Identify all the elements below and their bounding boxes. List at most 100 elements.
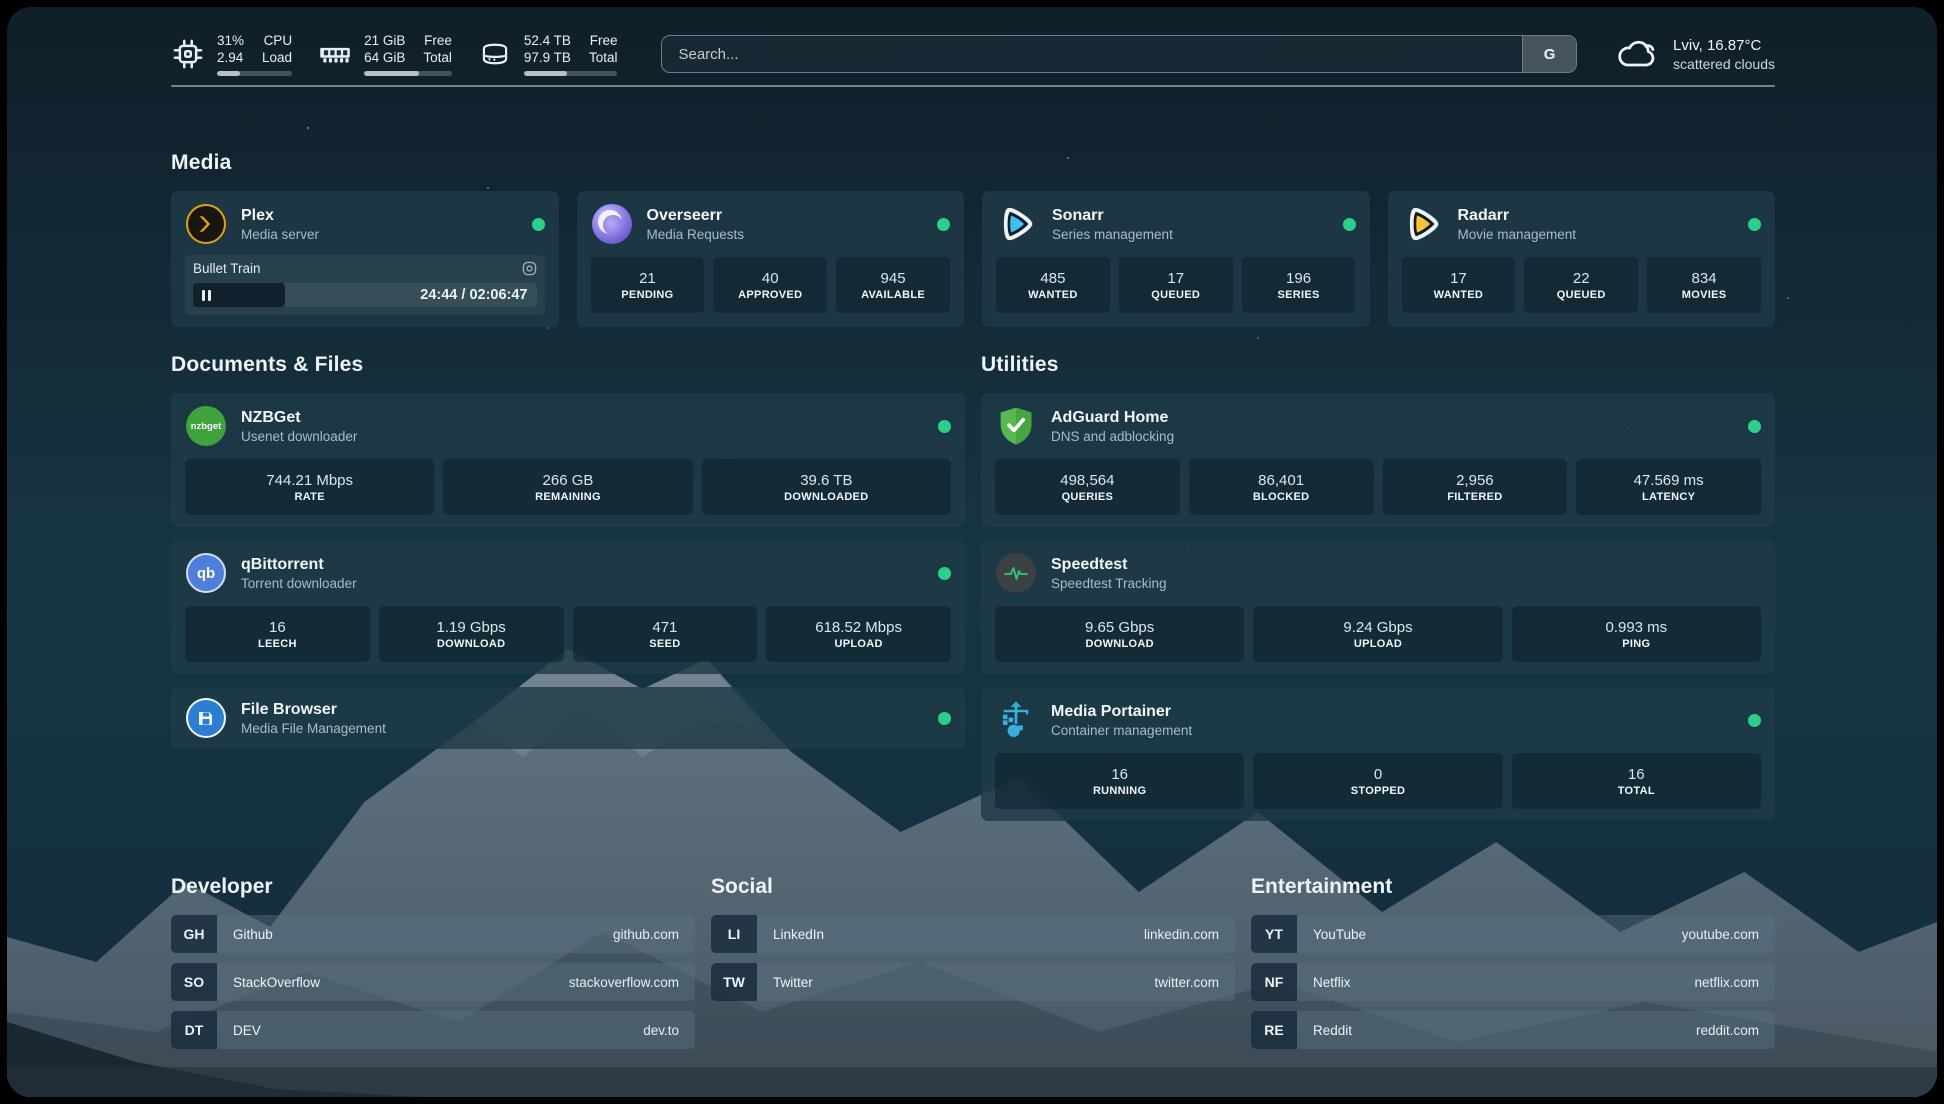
service-card-plex[interactable]: Plex Media server Bullet Train xyxy=(171,191,559,327)
stat-block: 2,956FILTERED xyxy=(1383,459,1568,515)
window-frame: 31% 2.94 CPU Load xyxy=(0,0,1944,1104)
stat-block: 9.24 GbpsUPLOAD xyxy=(1253,606,1502,662)
memory-widget: 21 GiB 64 GiB Free Total xyxy=(318,32,452,76)
disk-total-value: 97.9 TB xyxy=(524,49,571,66)
service-card-portainer[interactable]: Media Portainer Container management 16R… xyxy=(981,687,1775,821)
cloud-icon xyxy=(1615,37,1659,71)
stat-block: 22QUEUED xyxy=(1524,257,1638,313)
service-desc: Media server xyxy=(241,226,319,243)
disk-total-label: Total xyxy=(589,49,618,66)
documents-section-title: Documents & Files xyxy=(171,353,965,377)
service-name: NZBGet xyxy=(241,408,357,428)
stat-block: 40APPROVED xyxy=(713,257,827,313)
nzbget-icon: nzbget xyxy=(185,405,227,447)
stat-block: 17WANTED xyxy=(1402,257,1516,313)
service-desc: Media File Management xyxy=(241,720,386,737)
search-input[interactable] xyxy=(662,36,1522,72)
service-name: Speedtest xyxy=(1051,555,1167,575)
service-desc: Torrent downloader xyxy=(241,575,357,592)
service-desc: Container management xyxy=(1051,722,1192,739)
service-card-nzbget[interactable]: nzbget NZBGet Usenet downloader 744.21 M… xyxy=(171,393,965,527)
adguard-icon xyxy=(995,405,1037,447)
service-card-adguard[interactable]: AdGuard Home DNS and adblocking 498,564Q… xyxy=(981,393,1775,527)
status-dot xyxy=(938,420,951,433)
memory-total-value: 64 GiB xyxy=(364,49,405,66)
service-desc: Media Requests xyxy=(647,226,745,243)
entertainment-bookmarks: Entertainment YT YouTube youtube.com NF … xyxy=(1251,875,1775,1049)
memory-total-label: Total xyxy=(423,49,452,66)
cpu-load-value: 2.94 xyxy=(217,49,243,66)
service-desc: Speedtest Tracking xyxy=(1051,575,1167,592)
overseerr-icon xyxy=(591,203,633,245)
top-bar: 31% 2.94 CPU Load xyxy=(171,7,1775,73)
search-provider-button[interactable]: G xyxy=(1522,36,1576,72)
stat-block: 485WANTED xyxy=(996,257,1110,313)
service-card-overseerr[interactable]: Overseerr Media Requests 21PENDING 40APP… xyxy=(577,191,965,327)
stat-block: 16LEECH xyxy=(185,606,370,662)
search-bar: G xyxy=(661,35,1577,73)
cast-icon[interactable] xyxy=(522,261,537,276)
bookmark-youtube[interactable]: YT YouTube youtube.com xyxy=(1251,915,1775,953)
stat-block: 0.993 msPING xyxy=(1512,606,1761,662)
bookmark-stackoverflow[interactable]: SO StackOverflow stackoverflow.com xyxy=(171,963,695,1001)
stat-block: 498,564QUERIES xyxy=(995,459,1180,515)
stat-block: 39.6 TBDOWNLOADED xyxy=(702,459,951,515)
stat-block: 196SERIES xyxy=(1242,257,1356,313)
social-bookmarks: Social LI LinkedIn linkedin.com TW Twitt… xyxy=(711,875,1235,1049)
service-desc: DNS and adblocking xyxy=(1051,428,1174,445)
service-card-filebrowser[interactable]: File Browser Media File Management xyxy=(171,687,965,749)
service-card-radarr[interactable]: Radarr Movie management 17WANTED 22QUEUE… xyxy=(1388,191,1776,327)
service-card-qbittorrent[interactable]: qb qBittorrent Torrent downloader 16LEEC… xyxy=(171,540,965,674)
bookmark-twitter[interactable]: TW Twitter twitter.com xyxy=(711,963,1235,1001)
utilities-section-title: Utilities xyxy=(981,353,1775,377)
status-dot xyxy=(532,218,545,231)
service-desc: Series management xyxy=(1052,226,1173,243)
service-name: qBittorrent xyxy=(241,555,357,575)
bookmark-linkedin[interactable]: LI LinkedIn linkedin.com xyxy=(711,915,1235,953)
portainer-icon xyxy=(995,699,1037,741)
stat-block: 266 GBREMAINING xyxy=(443,459,692,515)
bookmark-reddit[interactable]: RE Reddit reddit.com xyxy=(1251,1011,1775,1049)
sonarr-icon xyxy=(996,203,1038,245)
resource-widgets: 31% 2.94 CPU Load xyxy=(171,32,617,76)
cpu-usage-value: 31% xyxy=(217,32,244,49)
service-name: File Browser xyxy=(241,700,386,720)
documents-section: Documents & Files nzbget NZBGet Usenet d… xyxy=(171,353,965,749)
status-dot xyxy=(938,567,951,580)
status-dot xyxy=(1343,218,1356,231)
status-dot xyxy=(938,712,951,725)
service-name: AdGuard Home xyxy=(1051,408,1174,428)
disk-widget: 52.4 TB 97.9 TB Free Total xyxy=(478,32,618,76)
stat-block: 17QUEUED xyxy=(1119,257,1233,313)
stat-block: 834MOVIES xyxy=(1647,257,1761,313)
media-section: Media Plex Media server xyxy=(171,151,1775,327)
cpu-label: CPU xyxy=(264,32,293,49)
bookmark-github[interactable]: GH Github github.com xyxy=(171,915,695,953)
weather-widget[interactable]: Lviv, 16.87°C scattered clouds xyxy=(1615,36,1775,73)
status-dot xyxy=(1748,420,1761,433)
memory-free-label: Free xyxy=(424,32,452,49)
social-group-title: Social xyxy=(711,875,1235,899)
pause-button[interactable] xyxy=(193,283,285,307)
stat-block: 16TOTAL xyxy=(1512,753,1761,809)
stat-block: 9.65 GbpsDOWNLOAD xyxy=(995,606,1244,662)
stat-block: 744.21 MbpsRATE xyxy=(185,459,434,515)
service-desc: Movie management xyxy=(1458,226,1577,243)
speedtest-icon xyxy=(995,552,1037,594)
service-card-speedtest[interactable]: Speedtest Speedtest Tracking 9.65 GbpsDO… xyxy=(981,540,1775,674)
status-dot xyxy=(1748,218,1761,231)
service-name: Sonarr xyxy=(1052,206,1173,226)
stat-block: 945AVAILABLE xyxy=(836,257,950,313)
developer-group-title: Developer xyxy=(171,875,695,899)
disk-progress-bar xyxy=(524,71,618,76)
playback-time: 24:44 / 02:06:47 xyxy=(420,287,527,303)
disk-free-label: Free xyxy=(590,32,618,49)
filebrowser-icon xyxy=(185,697,227,739)
bookmark-dev[interactable]: DT DEV dev.to xyxy=(171,1011,695,1049)
service-card-sonarr[interactable]: Sonarr Series management 485WANTED 17QUE… xyxy=(982,191,1370,327)
disk-free-value: 52.4 TB xyxy=(524,32,571,49)
now-playing-title: Bullet Train xyxy=(193,261,261,276)
cpu-load-label: Load xyxy=(262,49,292,66)
media-section-title: Media xyxy=(171,151,1775,175)
bookmark-netflix[interactable]: NF Netflix netflix.com xyxy=(1251,963,1775,1001)
